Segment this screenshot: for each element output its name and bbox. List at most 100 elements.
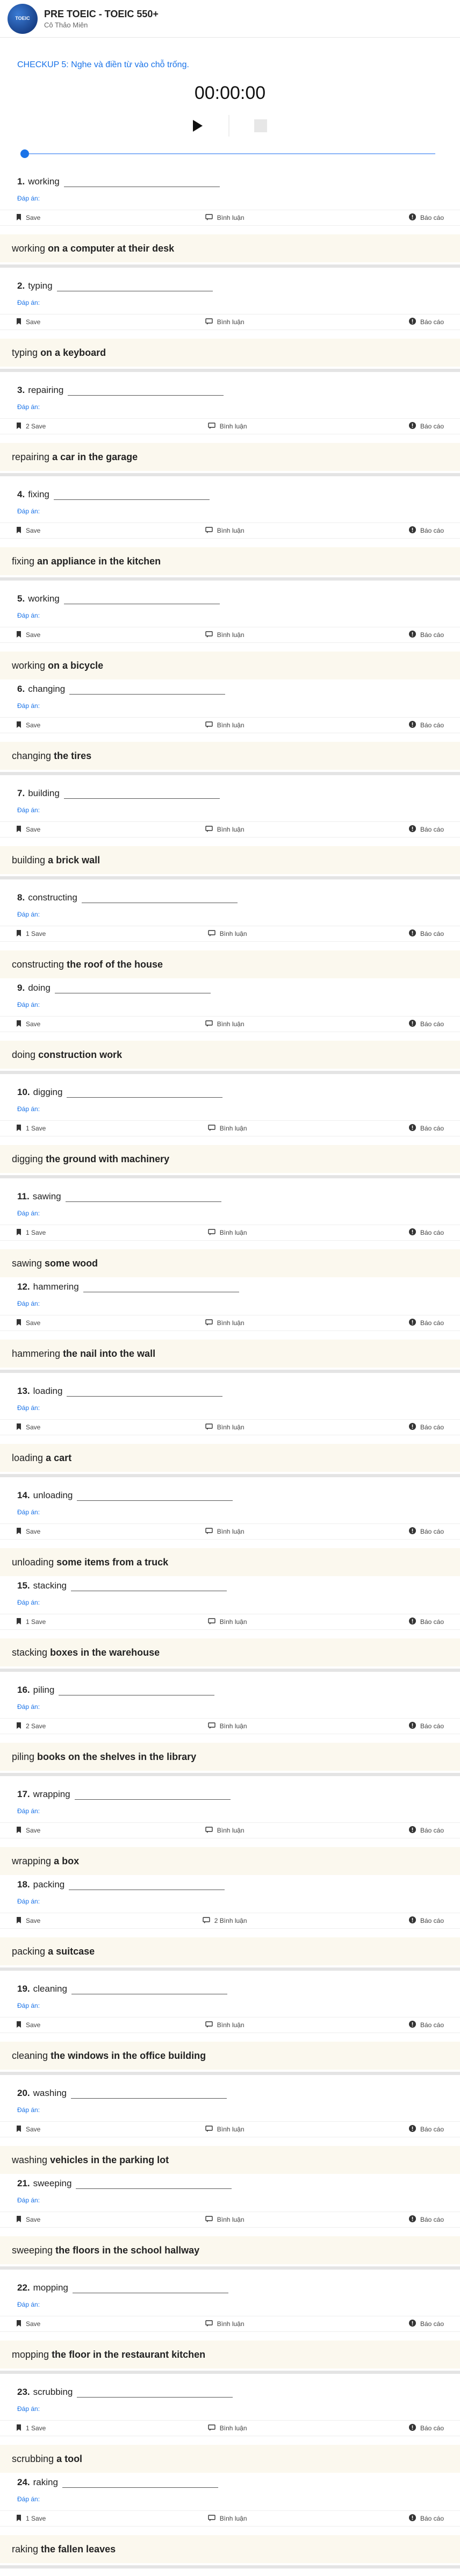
comment-button[interactable]: Bình luận [205,1527,245,1536]
answer-toggle[interactable]: Đáp án: [0,2196,460,2205]
save-button[interactable]: 2 Save [16,1722,46,1730]
report-button[interactable]: Báo cáo [408,213,444,222]
comment-button[interactable]: Bình luận [205,1826,245,1835]
answer-blank[interactable] [81,892,238,903]
save-button[interactable]: 1 Save [16,2514,46,2523]
save-button[interactable]: 1 Save [16,2424,46,2432]
comment-button[interactable]: Bình luận [205,2215,245,2224]
comment-button[interactable]: Bình luận [205,1423,245,1432]
report-button[interactable]: Báo cáo [408,2125,444,2134]
answer-blank[interactable] [69,684,226,695]
answer-toggle[interactable]: Đáp án: [0,1001,460,1010]
comment-button[interactable]: Bình luận [208,929,247,938]
report-button[interactable]: Báo cáo [408,929,444,938]
answer-blank[interactable] [62,2477,218,2488]
report-button[interactable]: Báo cáo [408,2215,444,2224]
comment-button[interactable]: Bình luận [205,2320,245,2328]
answer-toggle[interactable]: Đáp án: [0,2106,460,2115]
answer-toggle[interactable]: Đáp án: [0,195,460,203]
report-button[interactable]: Báo cáo [408,2424,444,2432]
audio-progress-bar[interactable] [20,149,435,158]
answer-toggle[interactable]: Đáp án: [0,299,460,307]
answer-toggle[interactable]: Đáp án: [0,1210,460,1218]
answer-toggle[interactable]: Đáp án: [0,1898,460,1906]
report-button[interactable]: Báo cáo [408,1527,444,1536]
report-button[interactable]: Báo cáo [408,2514,444,2523]
answer-toggle[interactable]: Đáp án: [0,911,460,919]
save-button[interactable]: Save [16,721,40,729]
report-button[interactable]: Báo cáo [408,1826,444,1835]
progress-handle[interactable] [20,149,29,158]
comment-button[interactable]: Bình luận [208,422,247,431]
save-button[interactable]: Save [16,318,40,326]
answer-blank[interactable] [83,1282,239,1292]
comment-button[interactable]: Bình luận [208,1124,247,1133]
answer-toggle[interactable]: Đáp án: [0,612,460,620]
comment-button[interactable]: Bình luận [205,1020,245,1028]
report-button[interactable]: Báo cáo [408,526,444,535]
save-button[interactable]: Save [16,1527,40,1536]
report-button[interactable]: Báo cáo [408,1020,444,1028]
comment-button[interactable]: Bình luận [205,2021,245,2029]
answer-blank[interactable] [71,2088,227,2099]
save-button[interactable]: Save [16,2125,40,2134]
save-button[interactable]: Save [16,1916,40,1925]
answer-toggle[interactable]: Đáp án: [0,1508,460,1517]
save-button[interactable]: 1 Save [16,929,46,938]
save-button[interactable]: Save [16,526,40,535]
comment-button[interactable]: Bình luận [205,1319,245,1327]
answer-blank[interactable] [54,983,211,993]
answer-blank[interactable] [74,1789,231,1800]
answer-toggle[interactable]: Đáp án: [0,2002,460,2010]
answer-toggle[interactable]: Đáp án: [0,806,460,815]
comment-button[interactable]: Bình luận [205,825,245,834]
save-button[interactable]: Save [16,1423,40,1432]
save-button[interactable]: Save [16,213,40,222]
report-button[interactable]: Báo cáo [408,1319,444,1327]
save-button[interactable]: Save [16,2215,40,2224]
save-button[interactable]: 1 Save [16,1124,46,1133]
save-button[interactable]: Save [16,2021,40,2029]
answer-toggle[interactable]: Đáp án: [0,2405,460,2414]
answer-blank[interactable] [63,176,220,187]
report-button[interactable]: Báo cáo [408,721,444,729]
report-button[interactable]: Báo cáo [408,1618,444,1626]
answer-blank[interactable] [63,593,220,604]
answer-blank[interactable] [67,1386,223,1397]
answer-blank[interactable] [69,1879,225,1890]
stop-icon[interactable] [254,119,267,132]
report-button[interactable]: Báo cáo [408,318,444,326]
report-button[interactable]: Báo cáo [408,631,444,639]
save-button[interactable]: Save [16,1319,40,1327]
save-button[interactable]: Save [16,825,40,834]
save-button[interactable]: 1 Save [16,1228,46,1237]
answer-blank[interactable] [53,489,210,500]
save-button[interactable]: Save [16,1020,40,1028]
comment-button[interactable]: Bình luận [205,721,245,729]
answer-toggle[interactable]: Đáp án: [0,2301,460,2309]
comment-button[interactable]: Bình luận [208,2424,247,2432]
comment-button[interactable]: Bình luận [208,1618,247,1626]
answer-blank[interactable] [56,281,213,291]
answer-blank[interactable] [77,1490,233,1501]
comment-button[interactable]: Bình luận [208,2514,247,2523]
answer-blank[interactable] [65,1191,221,1202]
answer-toggle[interactable]: Đáp án: [0,1703,460,1712]
report-button[interactable]: Báo cáo [408,2021,444,2029]
report-button[interactable]: Báo cáo [408,1423,444,1432]
comment-button[interactable]: Bình luận [205,631,245,639]
report-button[interactable]: Báo cáo [408,825,444,834]
comment-button[interactable]: Bình luận [205,318,245,326]
answer-blank[interactable] [59,1685,215,1695]
save-button[interactable]: Save [16,2320,40,2328]
report-button[interactable]: Báo cáo [408,1916,444,1925]
comment-button[interactable]: Bình luận [205,526,245,535]
comment-button[interactable]: Bình luận [205,213,245,222]
answer-blank[interactable] [71,1580,227,1591]
answer-blank[interactable] [76,2178,232,2189]
save-button[interactable]: 2 Save [16,422,46,431]
answer-blank[interactable] [63,788,220,799]
answer-blank[interactable] [77,2387,233,2398]
answer-blank[interactable] [68,385,224,396]
answer-blank[interactable] [72,2282,228,2293]
